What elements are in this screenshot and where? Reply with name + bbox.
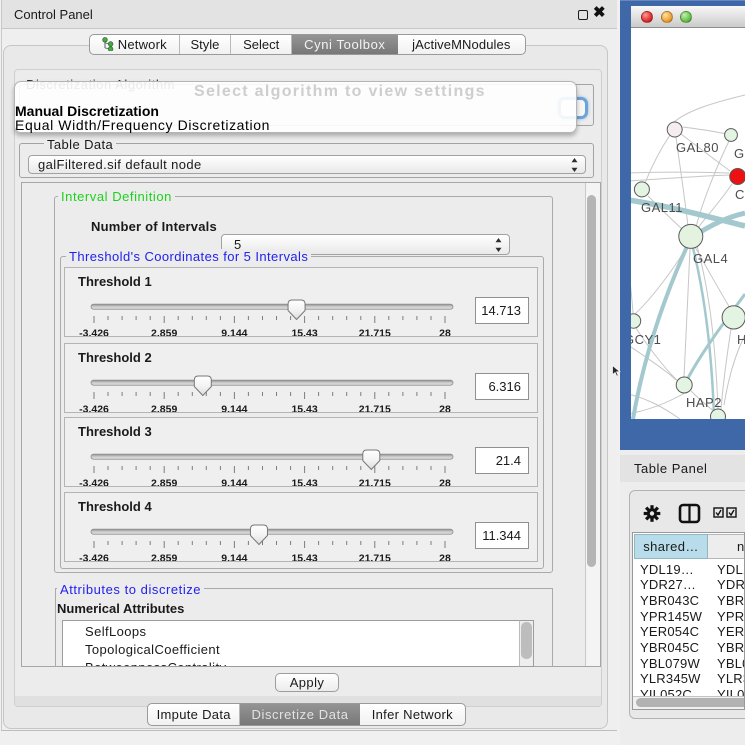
svg-text:-3.426: -3.426 bbox=[79, 478, 109, 487]
svg-text:2.859: 2.859 bbox=[151, 553, 177, 562]
svg-text:-3.426: -3.426 bbox=[79, 404, 109, 413]
svg-text:HAP2: HAP2 bbox=[686, 395, 722, 410]
svg-text:-3.426: -3.426 bbox=[79, 553, 109, 562]
svg-text:2.859: 2.859 bbox=[151, 328, 177, 337]
svg-text:GAL11: GAL11 bbox=[641, 200, 683, 215]
svg-text:28: 28 bbox=[439, 404, 451, 413]
svg-text:9.144: 9.144 bbox=[221, 404, 247, 413]
svg-text:15.43: 15.43 bbox=[291, 478, 317, 487]
svg-text:9.144: 9.144 bbox=[221, 478, 247, 487]
svg-text:28: 28 bbox=[439, 478, 451, 487]
svg-text:15.43: 15.43 bbox=[291, 553, 317, 562]
svg-text:15.43: 15.43 bbox=[291, 404, 317, 413]
svg-text:2.859: 2.859 bbox=[151, 478, 177, 487]
svg-text:15.43: 15.43 bbox=[291, 328, 317, 337]
svg-text:GCY1: GCY1 bbox=[631, 332, 661, 347]
svg-text:H: H bbox=[737, 332, 745, 347]
svg-text:21.715: 21.715 bbox=[359, 553, 391, 562]
svg-text:28: 28 bbox=[439, 328, 451, 337]
svg-text:21.715: 21.715 bbox=[359, 404, 391, 413]
svg-text:9.144: 9.144 bbox=[221, 328, 247, 337]
svg-text:21.715: 21.715 bbox=[359, 328, 391, 337]
svg-text:G.: G. bbox=[734, 146, 745, 161]
svg-text:2.859: 2.859 bbox=[151, 404, 177, 413]
svg-text:C: C bbox=[735, 187, 745, 202]
svg-text:9.144: 9.144 bbox=[221, 553, 247, 562]
svg-text:-3.426: -3.426 bbox=[79, 328, 109, 337]
svg-text:GAL4: GAL4 bbox=[693, 251, 728, 266]
svg-text:28: 28 bbox=[439, 553, 451, 562]
svg-text:21.715: 21.715 bbox=[359, 478, 391, 487]
svg-text:GAL80: GAL80 bbox=[676, 140, 719, 155]
